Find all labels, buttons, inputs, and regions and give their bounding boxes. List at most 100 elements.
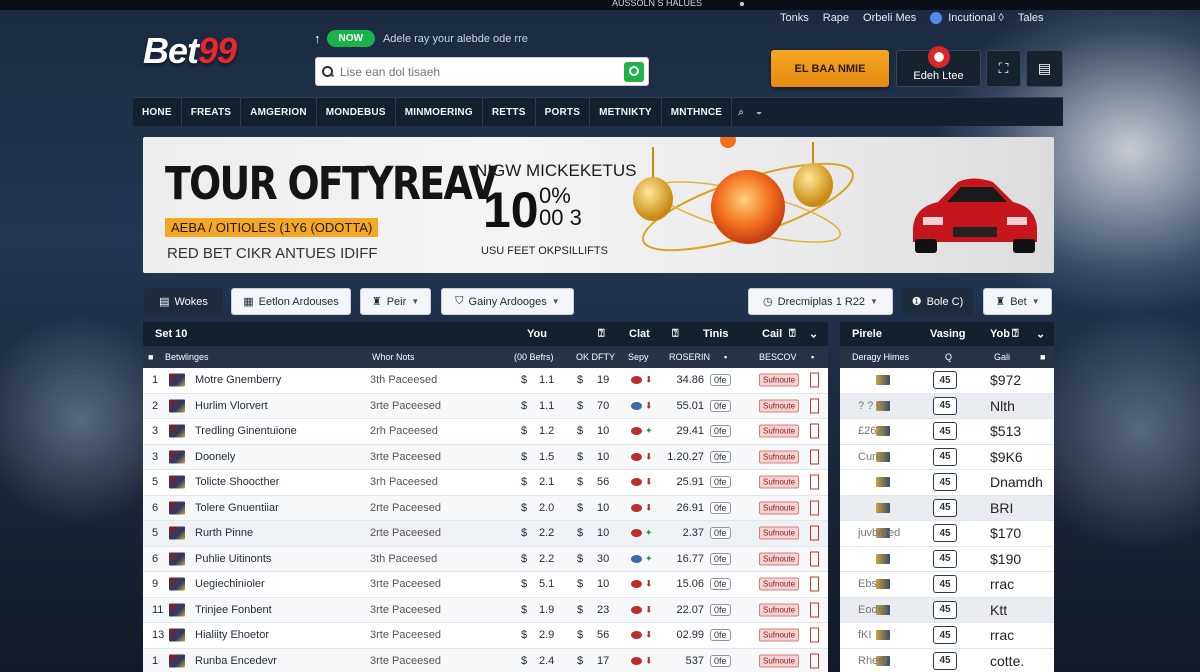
odds-value[interactable]: 1.1 bbox=[539, 374, 554, 386]
odds-box-button[interactable]: 45 bbox=[933, 549, 957, 568]
filter-eetlon-button[interactable]: ▦ Eetlon Ardouses bbox=[231, 288, 351, 315]
team-name[interactable]: Tredling Ginentuione bbox=[195, 425, 297, 437]
odds-pill-button[interactable]: 0fe bbox=[710, 527, 731, 540]
nav-item-7[interactable]: PORTS bbox=[536, 98, 591, 126]
bet-dropdown[interactable]: ♜ Bet ▼ bbox=[983, 288, 1052, 315]
bookmark-icon[interactable] bbox=[810, 576, 819, 592]
table-row[interactable]: 5 Tolicte Shoocther 3rh Paceesed $2.1 $56 ⬇ 25… bbox=[143, 470, 828, 496]
nav-item-4[interactable]: MONDEBUS bbox=[317, 98, 396, 126]
table-row[interactable]: 6 Tolere Gnuentiiar 2rte Paceesed $2.0 $10 ⬇ 2… bbox=[143, 495, 828, 521]
nav-toggle-icon[interactable]: ◒ bbox=[750, 98, 768, 126]
table-row[interactable]: 3 Doonely 3rte Paceesed $1.5 $10 ⬇ 1.20.27 0fe S… bbox=[143, 444, 828, 470]
odds-box-button[interactable]: 45 bbox=[933, 498, 957, 517]
bookmark-icon[interactable] bbox=[810, 474, 819, 490]
side-row[interactable]: Ebs 45 rrac bbox=[840, 572, 1054, 598]
odds-pill-button[interactable]: 0fe bbox=[710, 578, 731, 591]
filter-icon[interactable]: ⍰ bbox=[789, 328, 796, 341]
chevron-down-icon[interactable]: ⌄ bbox=[809, 328, 818, 341]
odds-box-button[interactable]: 45 bbox=[933, 371, 957, 390]
odds-pill-button[interactable]: 0fe bbox=[710, 629, 731, 642]
team-name[interactable]: Tolere Gnuentiiar bbox=[195, 502, 279, 514]
team-name[interactable]: Hurlim Vlorvert bbox=[195, 400, 268, 412]
nav-item-9[interactable]: MNTHNCE bbox=[662, 98, 733, 126]
side-col-a[interactable]: Deragy Himes bbox=[852, 352, 909, 362]
status-badge[interactable]: Sufnoute bbox=[759, 424, 800, 438]
status-badge[interactable]: Sufnoute bbox=[759, 373, 800, 387]
status-badge[interactable]: Sufnoute bbox=[759, 501, 800, 515]
filter-peir-dropdown[interactable]: ♜ Peir ▼ bbox=[360, 288, 431, 315]
filter-icon[interactable]: ⍰ bbox=[598, 328, 605, 341]
odds-box-button[interactable]: 45 bbox=[933, 473, 957, 492]
header-clat[interactable]: Clat bbox=[629, 328, 650, 340]
odds-value[interactable]: 2.2 bbox=[539, 553, 554, 565]
team-name[interactable]: Tolicte Shoocther bbox=[195, 476, 279, 488]
side-row[interactable]: 45 BRI bbox=[840, 495, 1054, 521]
signup-button[interactable]: EL BAA NMIE bbox=[771, 50, 889, 87]
odds-value[interactable]: 5.1 bbox=[539, 578, 554, 590]
team-name[interactable]: Doonely bbox=[195, 451, 235, 463]
odds-value[interactable]: 1.2 bbox=[539, 425, 554, 437]
status-badge[interactable]: Sufnoute bbox=[759, 526, 800, 540]
odds-box-button[interactable]: 45 bbox=[933, 600, 957, 619]
table-row[interactable]: 13 Hialiity Ehoetor 3rte Paceesed $2.9 $56 ⬇ 0… bbox=[143, 623, 828, 649]
team-name[interactable]: Motre Gnemberry bbox=[195, 374, 281, 386]
search-submit-button[interactable] bbox=[624, 61, 644, 82]
odds-value[interactable]: 1.9 bbox=[539, 604, 554, 616]
bole-button[interactable]: ❶ Bole C) bbox=[902, 288, 973, 315]
team-name[interactable]: Trinjee Fonbent bbox=[195, 604, 272, 616]
bookmark-icon[interactable] bbox=[810, 627, 819, 643]
team-name[interactable]: Rurth Pinne bbox=[195, 527, 253, 539]
odds-pill-button[interactable]: 0fe bbox=[710, 476, 731, 489]
filter-gainy-dropdown[interactable]: ⛉ Gainy Ardooges ▼ bbox=[441, 288, 574, 315]
bookmark-icon[interactable] bbox=[810, 500, 819, 516]
odds-box-button[interactable]: 45 bbox=[933, 396, 957, 415]
odds-pill-button[interactable]: 0fe bbox=[710, 374, 731, 387]
odds-box-button[interactable]: 45 bbox=[933, 447, 957, 466]
team-name[interactable]: Hialiity Ehoetor bbox=[195, 629, 269, 641]
side-col-b[interactable]: Q bbox=[945, 352, 952, 362]
table-row[interactable]: 3 Tredling Ginentuione 2rh Paceesed $1.2 $10… bbox=[143, 419, 828, 445]
bookmark-icon[interactable] bbox=[810, 602, 819, 618]
col-okdfty[interactable]: OK DFTY bbox=[576, 352, 615, 362]
side-row[interactable]: ? ? Ø 45 Nlth bbox=[840, 393, 1054, 419]
filter-icon[interactable]: ⍰ bbox=[672, 328, 679, 341]
header-cail[interactable]: Cail bbox=[762, 328, 782, 340]
status-badge[interactable]: Sufnoute bbox=[759, 628, 800, 642]
bookmark-icon[interactable] bbox=[810, 653, 819, 669]
now-badge[interactable]: NOW bbox=[326, 30, 375, 47]
odds-pill-button[interactable]: 0fe bbox=[710, 603, 731, 616]
odds-value[interactable]: 2.0 bbox=[539, 502, 554, 514]
side-row[interactable]: £262 45 $513 bbox=[840, 419, 1054, 445]
table-row[interactable]: 11 Trinjee Fonbent 3rte Paceesed $1.9 $23 ⬇ 22… bbox=[143, 597, 828, 623]
odds-pill-button[interactable]: 0fe bbox=[710, 552, 731, 565]
table-row[interactable]: 9 Uegiechinioler 3rte Paceesed $5.1 $10 ⬇ 15.0… bbox=[143, 572, 828, 598]
nav-item-8[interactable]: METNIKTY bbox=[590, 98, 662, 126]
hero-banner[interactable]: TOUR OFTYREAV AEBA / OITIOLES (1Y6 (ODOT… bbox=[143, 137, 1054, 273]
date-dropdown[interactable]: ◷ Drecmiplas 1 R22 ▼ bbox=[748, 288, 893, 315]
menu-button[interactable]: ▤ bbox=[1026, 50, 1063, 87]
odds-value[interactable]: 2.9 bbox=[539, 629, 554, 641]
odds-box-button[interactable]: 45 bbox=[933, 626, 957, 645]
site-logo[interactable]: Bet99 bbox=[143, 30, 237, 72]
side-row[interactable]: Rheer 45 cotte. bbox=[840, 649, 1054, 672]
odds-pill-button[interactable]: 0fe bbox=[710, 450, 731, 463]
status-badge[interactable]: Sufnoute bbox=[759, 475, 800, 489]
side-row[interactable]: fKI 45 rrac bbox=[840, 623, 1054, 649]
col-roserin[interactable]: ROSERIN bbox=[669, 352, 710, 362]
odds-value[interactable]: 2.1 bbox=[539, 476, 554, 488]
odds-pill-button[interactable]: 0fe bbox=[710, 654, 731, 667]
bookmark-icon[interactable] bbox=[810, 423, 819, 439]
col-whor[interactable]: Whor Nots bbox=[372, 352, 415, 362]
table-row[interactable]: 1 Runba Encedevr 3rte Paceesed $2.4 $17 ⬇ 537 0… bbox=[143, 648, 828, 672]
side-row[interactable]: juvbnred 45 $170 bbox=[840, 521, 1054, 547]
table-row[interactable]: 6 Puhlie Uitinonts 3th Paceesed $2.2 $30 ✦ 16.… bbox=[143, 546, 828, 572]
status-badge[interactable]: Sufnoute bbox=[759, 450, 800, 464]
login-button[interactable]: Edeh Ltee bbox=[896, 45, 981, 87]
top-link-2[interactable]: Rape bbox=[823, 12, 849, 24]
status-badge[interactable]: Sufnoute bbox=[759, 577, 800, 591]
side-row[interactable]: 45 Dnamdh bbox=[840, 470, 1054, 496]
bookmark-icon[interactable] bbox=[810, 449, 819, 465]
top-link-4[interactable]: Incutional ◊ bbox=[948, 12, 1004, 24]
odds-box-button[interactable]: 45 bbox=[933, 524, 957, 543]
odds-pill-button[interactable]: 0fe bbox=[710, 425, 731, 438]
